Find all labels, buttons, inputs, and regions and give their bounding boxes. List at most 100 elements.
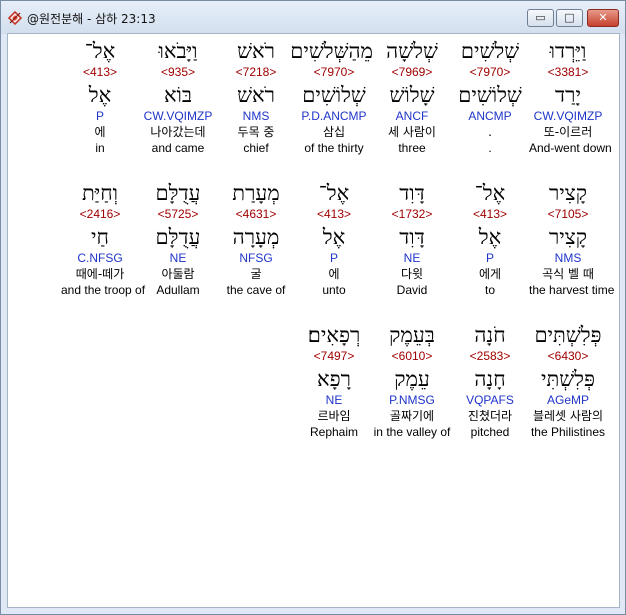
word-lemma: שְׁלוֹשִׁים [458,83,522,107]
word-strong: <2416> [79,207,121,221]
word-heb: וְחַיַּת [81,181,119,205]
word-heb: וַיֵּרְדוּ [549,39,587,63]
word-strong: <7970> [313,65,355,79]
word-morph: CW.VQIMZP [533,109,603,123]
word-lemma: מְעָרָה [232,225,280,249]
word-strong: <7218> [235,65,277,79]
word-cell[interactable]: רֹאשׁ <7218> רֹאשׁ NMS 두목 중 chief [217,38,295,156]
word-lemma: חַי [91,225,109,249]
word-cell[interactable]: בְּעֵמֶק <6010> עֵמֶק P.NMSG 골짜기에 in the vall… [373,322,451,440]
app-window: @원전분해 - 삼하 23:13 ▭ □ ✕ וַיֵּרְדוּ <3381> י… [0,0,626,615]
word-kor: 다윗 [400,267,424,281]
word-morph: ANCMP [468,109,512,123]
word-strong: <2583> [469,349,511,363]
word-lemma: רָפָא [317,367,351,391]
word-cell[interactable]: חֹנָה <2583> חָנָה VQPAFS 진쳤더라 pitched [451,322,529,440]
word-eng: Adullam [156,283,200,297]
word-strong: <7497> [313,349,355,363]
word-kor: 르바임 [317,409,351,423]
word-heb: רְפָאִים׃ [307,323,361,347]
word-heb: חֹנָה [474,323,506,347]
word-cell[interactable]: שְׁלֹשִׁים <7970> שְׁלוֹשִׁים ANCMP.. [451,38,529,156]
word-morph: NMS [554,251,582,265]
word-cell[interactable]: מֵהַשְּׁלֹשִׁים <7970> שְׁלוֹשִׁים P.D.ANCM… [290,38,373,156]
word-heb: אֶל־ [474,181,506,205]
word-morph: P.NMSG [389,393,435,407]
word-kor: 아둘람 [161,267,195,281]
word-lemma: פְּלִשְׁתִּי [540,367,595,391]
word-lemma: עֵמֶק [394,367,430,391]
window-title: @원전분해 - 삼하 23:13 [27,12,156,26]
word-kor: 또-이르러 [543,125,593,139]
word-kor: 에 [328,267,340,281]
word-strong: <6010> [391,349,433,363]
word-heb: בְּעֵמֶק [389,323,435,347]
word-kor: 골짜기에 [389,409,435,423]
word-cell[interactable]: פְּלִשְׁתִּים <6430> פְּלִשְׁתִּי AGeMP 블레셋 … [529,322,607,440]
word-strong: <1732> [391,207,433,221]
word-morph: VQPAFS [466,393,514,407]
word-morph: AGeMP [546,393,589,407]
word-lemma: רֹאשׁ [237,83,275,107]
word-cell[interactable]: אֶל־ <413> אֶל P 에 unto [295,180,373,298]
word-kor: 나아갔는데 [150,125,206,139]
word-cell[interactable]: וַיֵּרְדוּ <3381> יָרַד CW.VQIMZP 또-이르러 And-w… [529,38,612,156]
word-eng: and came [151,141,205,155]
word-kor: 블레셋 사람의 [532,409,604,423]
word-eng: And-went down [529,141,612,155]
word-eng: in the valley of [373,425,451,439]
word-strong: <6430> [547,349,589,363]
word-heb: עֲדֻלָּם [155,181,201,205]
word-lemma: שָׁלוֹשׁ [389,83,435,107]
word-heb: וַיָּבֹאוּ [158,39,198,63]
word-cell[interactable]: מְעָרַת <4631> מְעָרָה NFSG 굴 the cave of [217,180,295,298]
word-morph: C.NFSG [77,251,123,265]
word-lemma: אֶל [322,225,346,249]
word-kor: . [488,125,492,139]
word-eng: three [398,141,426,155]
word-eng: the cave of [226,283,286,297]
word-lemma: עֲדֻלָּם [155,225,201,249]
word-cell[interactable]: וַיָּבֹאוּ <935> בּוֹא CW.VQIMZP 나아갔는데 and ca… [139,38,217,156]
app-icon [7,10,23,26]
word-cell[interactable]: וְחַיַּת <2416> חַי C.NFSG 때에-떼가 and the troo… [61,180,146,298]
word-eng: and the troop of [61,283,146,297]
word-kor: 진쳤더라 [467,409,513,423]
close-button[interactable]: ✕ [587,9,619,27]
word-kor: 에 [94,125,106,139]
word-strong: <4631> [235,207,277,221]
word-kor: 곡식 벨 때 [542,267,594,281]
minimize-button[interactable]: ▭ [527,9,554,27]
word-eng: pitched [470,425,510,439]
word-lemma: דָּוִד [399,225,425,249]
word-strong: <413> [472,207,508,221]
word-cell[interactable]: אֶל־ <413> אֶל P 에게 to [451,180,529,298]
word-cell[interactable]: רְפָאִים׃ <7497> רָפָא NE 르바임 Rephaim [295,322,373,440]
word-lemma: אֶל [478,225,502,249]
word-morph: NFSG [239,251,273,265]
word-cell[interactable]: שְׁלֹשָׁה <7969> שָׁלוֹשׁ ANCF 세 사람이 three [373,38,451,156]
word-cell[interactable]: דָּוִד <1732> דָּוִד NE 다윗 David [373,180,451,298]
word-heb: רֹאשׁ [237,39,275,63]
word-morph: ANCF [395,109,429,123]
word-eng: the Philistines [530,425,606,439]
word-kor: 세 사람이 [388,125,436,139]
word-heb: שְׁלֹשִׁים [460,39,520,63]
word-kor: 두목 중 [237,125,275,139]
title-bar[interactable]: @원전분해 - 삼하 23:13 ▭ □ ✕ [1,1,625,34]
word-heb: אֶל־ [318,181,350,205]
word-morph: P [95,109,104,123]
word-cell[interactable]: קָצִיר <7105> קָצִיר NMS 곡식 벨 때 the harvest t… [529,180,614,298]
word-morph: P [485,251,494,265]
word-eng: in [95,141,105,155]
word-lemma: אֶל [88,83,112,107]
maximize-button[interactable]: □ [556,9,583,27]
word-morph: NMS [242,109,270,123]
word-cell[interactable]: עֲדֻלָּם <5725> עֲדֻלָּם NE 아둘람 Adullam [139,180,217,298]
word-strong: <5725> [157,207,199,221]
word-heb: דָּוִד [399,181,425,205]
word-morph: P [329,251,338,265]
word-strong: <413> [316,207,352,221]
word-kor: 때에-떼가 [75,267,125,281]
word-cell[interactable]: אֶל־ <413> אֶל P 에 in [61,38,139,156]
